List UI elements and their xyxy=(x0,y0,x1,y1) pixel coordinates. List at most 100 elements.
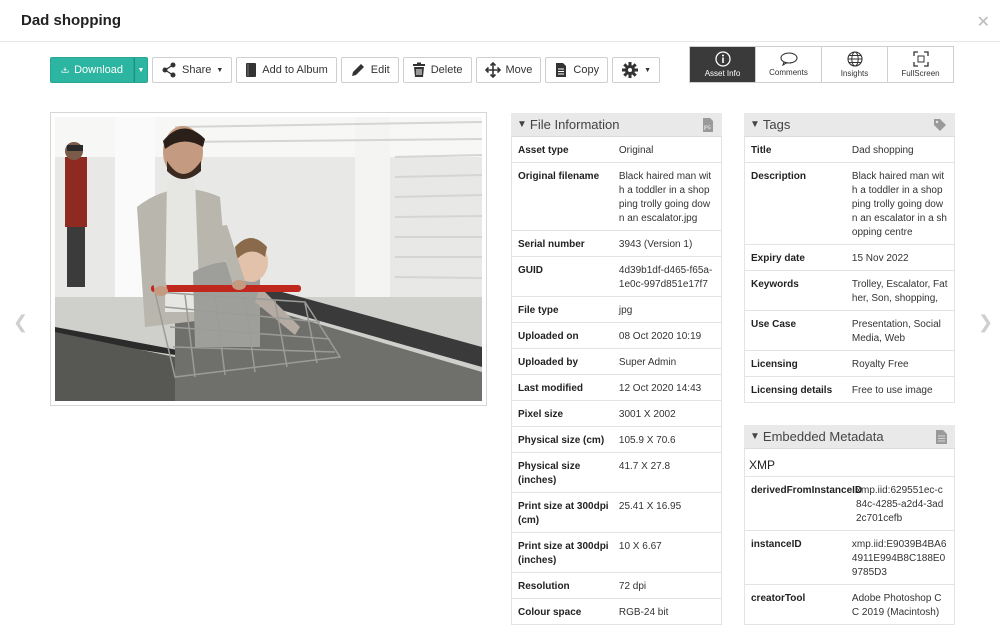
metadata-value: Super Admin xyxy=(618,357,677,368)
tab-insights-label: Insights xyxy=(840,69,869,78)
metadata-value: Free to use image xyxy=(851,385,933,396)
metadata-key: Print size at 300dpi (cm) xyxy=(518,501,609,526)
copy-button[interactable]: Copy xyxy=(545,57,609,83)
add-to-album-button[interactable]: Add to Album xyxy=(236,57,337,83)
metadata-value: Black haired man with a toddler in a sho… xyxy=(851,171,947,238)
tab-fullscreen[interactable]: FullScreen xyxy=(887,47,953,82)
settings-button[interactable]: ▼ xyxy=(612,57,661,83)
info-icon xyxy=(714,51,731,67)
metadata-key: Uploaded on xyxy=(518,331,579,342)
metadata-row: Title Dad shopping xyxy=(744,137,955,163)
trash-icon xyxy=(412,62,425,77)
comment-bubble-icon xyxy=(779,52,798,66)
metadata-key: instanceID xyxy=(751,539,802,550)
tab-insights[interactable]: Insights xyxy=(821,47,887,82)
share-button[interactable]: Share ▼ xyxy=(152,57,233,83)
metadata-value: Black haired man with a toddler in a sho… xyxy=(618,171,712,224)
metadata-row: Resolution 72 dpi xyxy=(511,573,722,599)
metadata-value: 15 Nov 2022 xyxy=(851,253,909,264)
tags-panel: ▼ Tags Title Dad shopping Description Black… xyxy=(744,113,955,403)
metadata-row: Physical size (cm) 105.9 X 70.6 xyxy=(511,427,722,453)
metadata-value: Royalty Free xyxy=(851,359,909,370)
tab-asset-info-label: Asset Info xyxy=(704,69,741,78)
copy-icon xyxy=(556,63,567,77)
metadata-value: Adobe Photoshop CC 2019 (Macintosh) xyxy=(851,593,942,618)
previous-asset-arrow-icon[interactable]: ❮ xyxy=(13,312,28,333)
metadata-value: 12 Oct 2020 14:43 xyxy=(618,383,702,394)
metadata-key: Licensing xyxy=(751,359,798,370)
tag-icon xyxy=(934,119,946,131)
close-icon[interactable]: ✕ xyxy=(977,12,990,32)
metadata-value: 105.9 X 70.6 xyxy=(618,435,676,446)
metadata-key: Serial number xyxy=(518,239,585,250)
tab-comments[interactable]: Comments xyxy=(755,47,821,82)
collapse-triangle-icon[interactable]: ▼ xyxy=(750,431,760,442)
view-tabs: Asset Info Comments Insights FullScreen xyxy=(689,46,954,83)
document-icon xyxy=(936,430,947,444)
metadata-row: Physical size (inches) 41.7 X 27.8 xyxy=(511,453,722,493)
edit-label: Edit xyxy=(370,64,390,76)
add-to-album-label: Add to Album xyxy=(262,64,328,76)
metadata-key: File type xyxy=(518,305,559,316)
metadata-row: Serial number 3943 (Version 1) xyxy=(511,231,722,257)
metadata-row: Description Black haired man with a toddl… xyxy=(744,163,955,245)
metadata-value: 3943 (Version 1) xyxy=(618,239,693,250)
move-button[interactable]: Move xyxy=(475,57,542,83)
metadata-row: Colour space RGB-24 bit xyxy=(511,599,722,625)
metadata-row: Print size at 300dpi (inches) 10 X 6.67 xyxy=(511,533,722,573)
metadata-row: instanceID xmp.iid:E9039B4BA64911E994B8C1… xyxy=(744,531,955,585)
metadata-key: Original filename xyxy=(518,171,600,182)
jpg-file-icon: JPG xyxy=(703,118,713,132)
metadata-value: xmp.iid:E9039B4BA64911E994B8C188E09785D3 xyxy=(851,539,947,578)
metadata-value: Trolley, Escalator, Father, Son, shoppin… xyxy=(851,279,948,304)
fullscreen-icon xyxy=(912,51,929,67)
metadata-value: Presentation, Social Media, Web xyxy=(851,319,941,344)
metadata-key: Colour space xyxy=(518,607,582,618)
metadata-row: Use Case Presentation, Social Media, Web xyxy=(744,311,955,351)
embedded-metadata-header[interactable]: ▼ Embedded Metadata xyxy=(744,425,955,449)
chevron-down-icon: ▼ xyxy=(137,66,145,74)
globe-icon xyxy=(846,51,863,67)
metadata-key: Last modified xyxy=(518,383,584,394)
metadata-key: Physical size (inches) xyxy=(518,461,581,486)
tab-fullscreen-label: FullScreen xyxy=(901,69,940,78)
asset-preview[interactable] xyxy=(50,112,487,406)
asset-toolbar: Download ▼ Share ▼ Add to Album Edit Del… xyxy=(50,57,661,83)
metadata-key: Resolution xyxy=(518,581,570,592)
move-arrows-icon xyxy=(484,62,501,78)
metadata-value: 72 dpi xyxy=(618,581,647,592)
download-button[interactable]: Download xyxy=(50,57,134,83)
download-options-button[interactable]: ▼ xyxy=(134,57,148,83)
delete-button[interactable]: Delete xyxy=(402,57,472,83)
pencil-icon xyxy=(351,64,364,76)
gear-icon xyxy=(622,62,639,78)
metadata-row: Uploaded by Super Admin xyxy=(511,349,722,375)
metadata-row: Print size at 300dpi (cm) 25.41 X 16.95 xyxy=(511,493,722,533)
metadata-row: Uploaded on 08 Oct 2020 10:19 xyxy=(511,323,722,349)
tab-asset-info[interactable]: Asset Info xyxy=(690,47,755,82)
next-asset-arrow-icon[interactable]: ❯ xyxy=(978,312,993,333)
metadata-value: jpg xyxy=(618,305,633,316)
metadata-row: Licensing Royalty Free xyxy=(744,351,955,377)
file-information-title: File Information xyxy=(529,117,620,132)
edit-button[interactable]: Edit xyxy=(340,57,399,83)
metadata-key: GUID xyxy=(518,265,543,276)
tags-header[interactable]: ▼ Tags xyxy=(744,113,955,137)
file-information-header[interactable]: ▼ File Information JPG xyxy=(511,113,722,137)
metadata-value: RGB-24 bit xyxy=(618,607,669,618)
asset-title: Dad shopping xyxy=(21,12,121,29)
metadata-value: 10 X 6.67 xyxy=(618,541,662,552)
collapse-triangle-icon[interactable]: ▼ xyxy=(517,119,527,130)
metadata-row: GUID 4d39b1df-d465-f65a-1e0c-997d851e17f7 xyxy=(511,257,722,297)
chevron-down-icon: ▼ xyxy=(644,66,652,74)
metadata-row: Original filename Black haired man with a… xyxy=(511,163,722,231)
share-icon xyxy=(162,62,176,78)
metadata-value: Original xyxy=(618,145,654,156)
metadata-key: Description xyxy=(751,171,807,182)
metadata-key: Expiry date xyxy=(751,253,805,264)
collapse-triangle-icon[interactable]: ▼ xyxy=(750,119,760,130)
metadata-value: 4d39b1df-d465-f65a-1e0c-997d851e17f7 xyxy=(618,265,713,290)
metadata-row: File type jpg xyxy=(511,297,722,323)
metadata-key: Keywords xyxy=(751,279,799,290)
metadata-key: Physical size (cm) xyxy=(518,435,605,446)
